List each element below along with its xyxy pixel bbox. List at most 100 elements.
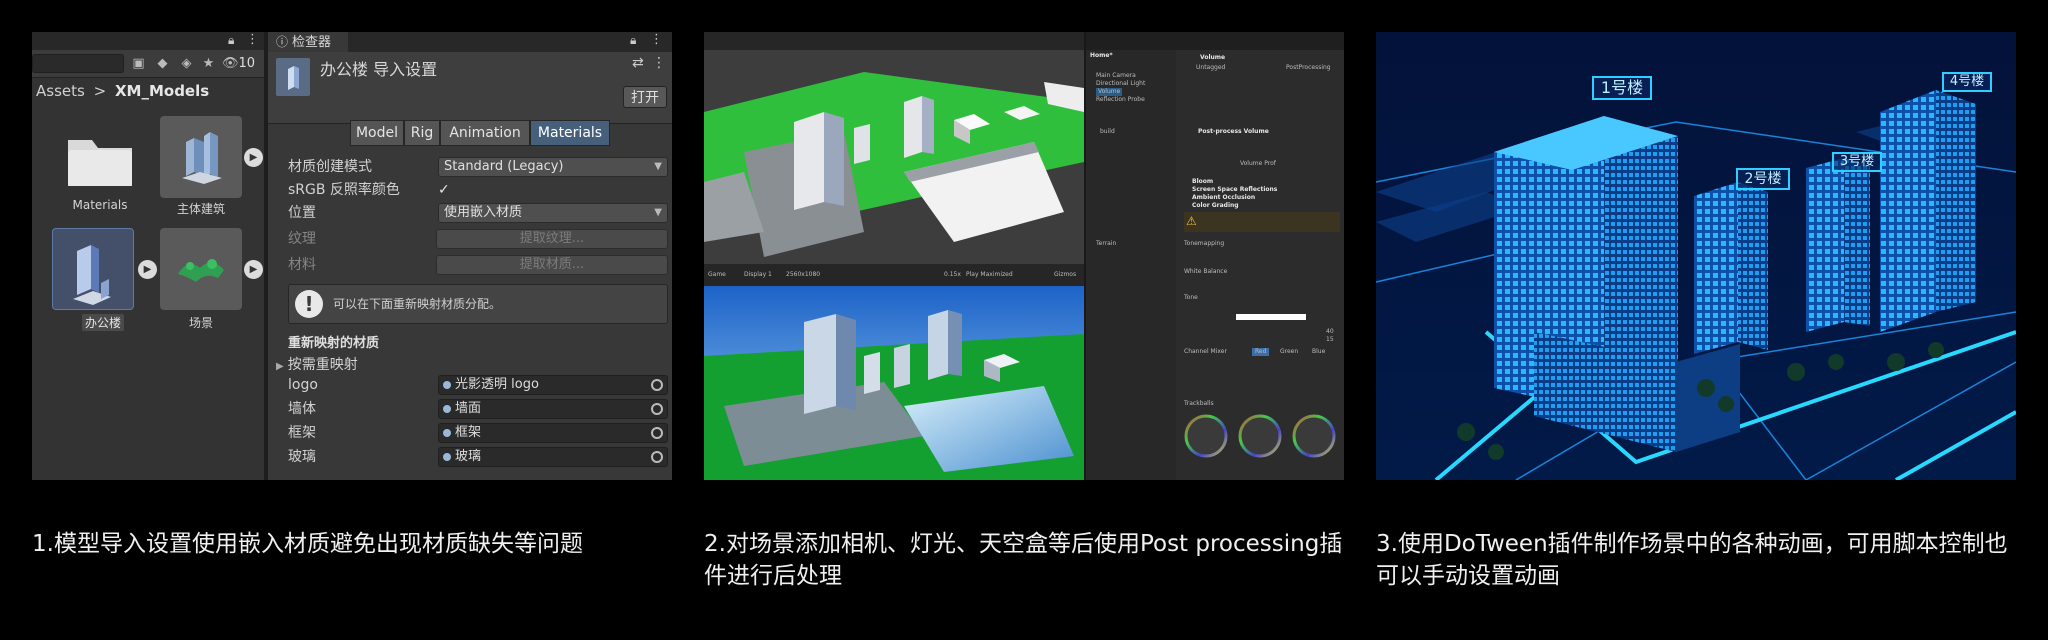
material-value: 光影透明 logo [455,377,539,392]
game-toolbar: Game Display 1 2560x1080 0.15x Play Maxi… [704,264,1084,286]
remap-by-name-foldout[interactable]: ▶ 按需重映射 [276,354,358,374]
mixer-tab-blue[interactable]: Blue [1312,348,1325,356]
hierarchy-item-light[interactable]: Directional Light [1096,80,1145,88]
asset-materials[interactable]: Materials [50,118,150,218]
inspector-tab[interactable]: ⓘ 检查器 [268,32,348,52]
project-window: 🔒︎ ⋮ ▣ ◆ ◈ ★ 👁︎10 Assets > XM_Models Mat… [32,32,264,480]
hidden-packages-icon[interactable]: 👁︎10 [222,55,262,72]
effect-bloom[interactable]: Bloom [1192,178,1213,186]
object-picker-icon[interactable] [651,451,663,463]
effect-ssr[interactable]: Screen Space Reflections [1192,186,1277,194]
project-search-input[interactable] [32,54,124,73]
object-picker-icon[interactable] [651,379,663,391]
remap-row: logo 光影透明 logo [268,374,672,396]
hierarchy-item-build[interactable]: build [1100,128,1115,136]
trackballs-label: Trackballs [1184,400,1214,407]
material-icon [443,405,451,413]
mixer-tab-green[interactable]: Green [1280,348,1298,356]
material-creation-mode-dropdown[interactable]: Standard (Legacy) ▼ [438,157,668,177]
remap-key: 框架 [288,425,316,441]
object-name[interactable]: Volume [1200,54,1225,62]
asset-scene[interactable]: ▶ 场景 [150,228,270,340]
play-maximized-toggle[interactable]: Play Maximized [966,271,1013,279]
material-object-field[interactable]: 光影透明 logo [438,375,668,395]
game-tab[interactable]: Game [708,271,726,279]
asset-thumbnail [160,116,242,198]
breadcrumb: Assets > XM_Models [36,80,209,102]
field-location: 位置 使用嵌入材质 ▼ [268,202,672,224]
object-picker-icon[interactable] [651,427,663,439]
component-header[interactable]: Post-process Volume [1198,128,1269,136]
trackball-wheels[interactable] [1176,410,1344,470]
breadcrumb-current[interactable]: XM_Models [115,82,209,100]
tone-label: Tone [1184,294,1198,301]
hidden-count: 10 [238,56,256,71]
zoom-slider[interactable]: 0.15x [944,271,961,279]
profile-field[interactable]: Volume Prof [1240,160,1276,168]
game-render [704,286,1084,480]
breadcrumb-separator: > [93,82,107,100]
asset-office-building[interactable]: ▶ 办公楼 [44,228,164,340]
hierarchy-item-terrain[interactable]: Terrain [1096,240,1116,248]
effect-ao[interactable]: Ambient Occlusion [1192,194,1255,202]
srgb-checkbox[interactable]: ✓ [438,179,450,201]
editor-post-processing-screenshot: Game Display 1 2560x1080 0.15x Play Maxi… [704,32,1344,480]
tab-materials[interactable]: Materials [530,120,610,146]
asset-label: 主体建筑 [176,202,225,216]
effect-color-grading[interactable]: Color Grading [1192,202,1239,210]
color-filter-swatch[interactable] [1236,314,1306,320]
material-object-field[interactable]: 框架 [438,423,668,443]
extract-textures-button[interactable]: 提取纹理... [436,229,668,249]
remap-key: logo [288,377,318,393]
more-menu-icon[interactable]: ⋮ [246,32,259,47]
resolution-dropdown[interactable]: 2560x1080 [786,271,820,279]
tag-dropdown[interactable]: Untagged [1196,64,1225,72]
warning-box: ⚠ [1184,212,1340,232]
more-menu-icon[interactable]: ⋮ [652,55,666,71]
dotween-animation-screenshot: 1号楼 2号楼 3号楼 4号楼 [1376,32,2016,480]
more-menu-icon[interactable]: ⋮ [650,32,663,47]
extract-materials-button[interactable]: 提取材质... [436,255,668,275]
material-object-field[interactable]: 墙面 [438,399,668,419]
lock-icon[interactable]: 🔒︎ [630,33,636,48]
hierarchy-item-camera[interactable]: Main Camera [1096,72,1136,80]
expand-arrow-icon[interactable]: ▶ [244,260,263,279]
scene-model-thumbnail [178,259,224,282]
mixer-tab-red[interactable]: Red [1252,348,1270,356]
game-view[interactable]: Game Display 1 2560x1080 0.15x Play Maxi… [704,264,1084,480]
tab-animation[interactable]: Animation [440,120,530,146]
inspector-title: 办公楼 导入设置 [320,60,438,79]
material-icon [443,429,451,437]
remap-key: 玻璃 [288,449,316,465]
label-icon[interactable]: ◈ [178,55,195,72]
open-button[interactable]: 打开 [623,86,667,108]
expand-arrow-icon[interactable]: ▶ [244,148,263,167]
asset-main-building[interactable]: ▶ 主体建筑 [150,112,270,222]
layer-dropdown[interactable]: PostProcessing [1286,64,1331,72]
hierarchy-item-scene[interactable]: Home* [1090,52,1113,60]
material-object-field[interactable]: 玻璃 [438,447,668,467]
display-dropdown[interactable]: Display 1 [744,271,772,279]
hierarchy-item-volume[interactable]: Volume [1096,88,1123,96]
gizmos-toggle[interactable]: Gizmos [1054,271,1076,279]
tab-model[interactable]: Model [350,120,404,146]
saturation-value[interactable]: 40 [1326,328,1334,336]
preset-icon[interactable]: ⇄ [632,55,644,71]
remap-row: 玻璃 玻璃 [268,446,672,468]
contrast-value[interactable]: 15 [1326,336,1334,344]
asset-label: Materials [72,198,128,212]
create-icon[interactable]: ▣ [130,55,147,72]
lock-icon[interactable]: 🔒︎ [228,33,234,48]
scene-view[interactable] [704,32,1084,264]
filter-type-icon[interactable]: ◆ [154,55,171,72]
asset-thumbnail [160,228,242,310]
location-dropdown[interactable]: 使用嵌入材质 ▼ [438,203,668,223]
object-picker-icon[interactable] [651,403,663,415]
import-settings-screenshot: 🔒︎ ⋮ ▣ ◆ ◈ ★ 👁︎10 Assets > XM_Models Mat… [32,32,672,480]
building-model-thumbnail [182,132,222,184]
favorite-star-icon[interactable]: ★ [200,55,217,72]
tab-rig[interactable]: Rig [404,120,440,146]
hierarchy-item-probe[interactable]: Reflection Probe [1096,96,1145,104]
breadcrumb-assets[interactable]: Assets [36,82,85,100]
field-material-creation-mode: 材质创建模式 Standard (Legacy) ▼ [268,156,672,178]
